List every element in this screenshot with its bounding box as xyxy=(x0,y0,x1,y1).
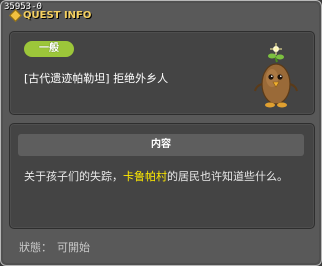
content-text-before: 关于孩子们的失踪， xyxy=(24,170,123,183)
diamond-icon xyxy=(9,9,22,22)
potato-npc-icon xyxy=(254,43,298,108)
window-title: QUEST INFO xyxy=(23,10,92,21)
content-header: 内容 xyxy=(18,134,304,156)
title-bar[interactable]: QUEST INFO xyxy=(9,9,92,22)
content-text-after: 的居民也许知道些什么。 xyxy=(167,170,288,183)
quest-info-window: 35953-0 QUEST INFO 一般 [古代遗迹帕勒坦] 拒绝外乡人 内容… xyxy=(0,0,322,266)
content-highlight-location: 卡鲁帕村 xyxy=(123,170,167,183)
status-value: 可開始 xyxy=(57,241,90,254)
quest-status: 狀態： 可開始 xyxy=(19,239,90,255)
quest-title: [古代遗迹帕勒坦] 拒绝外乡人 xyxy=(24,72,169,85)
sparkle-icon xyxy=(270,43,282,55)
quest-summary-panel: 一般 [古代遗迹帕勒坦] 拒绝外乡人 xyxy=(9,31,315,115)
category-badge: 一般 xyxy=(24,41,74,57)
quest-content-panel: 内容 关于孩子们的失踪，卡鲁帕村的居民也许知道些什么。 xyxy=(9,123,315,229)
status-label: 狀態： xyxy=(19,241,52,254)
content-description: 关于孩子们的失踪，卡鲁帕村的居民也许知道些什么。 xyxy=(24,168,304,186)
